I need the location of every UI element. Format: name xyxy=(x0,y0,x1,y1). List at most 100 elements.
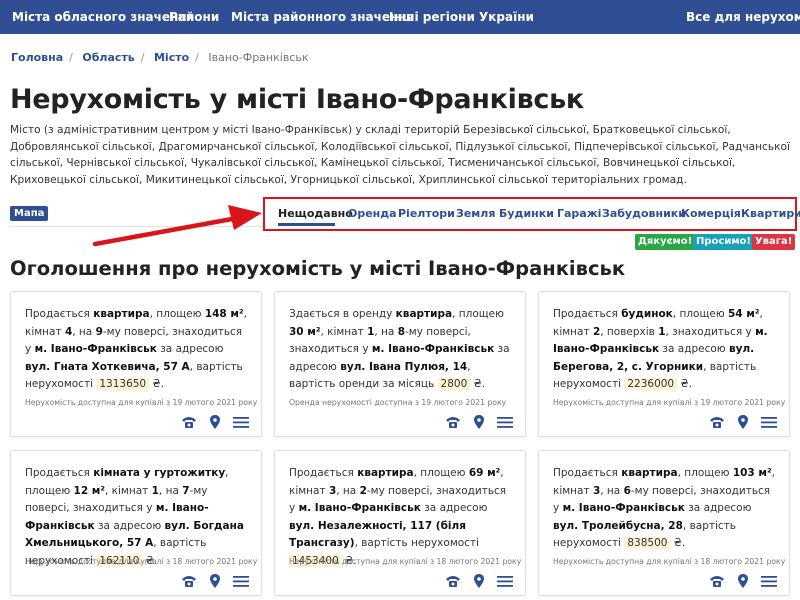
listing-text-part: Продається xyxy=(553,308,622,320)
listing-text-part: Здається в оренду xyxy=(289,308,396,320)
listing-text-part: за адресою xyxy=(659,343,729,355)
property-area: 12 м² xyxy=(73,484,105,497)
property-type: квартира xyxy=(93,308,150,320)
listing-text-part: Продається xyxy=(25,467,94,479)
nav-other-regions[interactable]: Інші регіони України xyxy=(389,10,534,24)
property-area: 30 м² xyxy=(289,325,321,338)
listing-city: м. Івано-Франківськ xyxy=(371,343,495,355)
floor-number: 2 xyxy=(359,484,367,497)
tab-realtors[interactable]: Ріелтори xyxy=(398,207,455,220)
map-marker-icon[interactable] xyxy=(735,573,751,588)
listing-text-part: , площею xyxy=(672,308,728,320)
listing-text-part: за адресою xyxy=(94,519,165,532)
phone-icon[interactable] xyxy=(709,573,725,587)
property-type: квартира xyxy=(621,467,678,479)
breadcrumb-separator: / xyxy=(69,51,73,64)
card-actions xyxy=(181,573,249,588)
menu-icon[interactable] xyxy=(497,414,513,428)
listing-text-part: за адресою xyxy=(420,502,488,514)
listing-text-part: Продається xyxy=(289,467,358,479)
property-area: 103 м² xyxy=(732,467,772,479)
nav-districts[interactable]: Райони xyxy=(169,10,219,24)
tab-developers[interactable]: Забудовники xyxy=(602,207,686,220)
menu-icon[interactable] xyxy=(233,414,249,428)
floor-number: 1 xyxy=(658,325,666,338)
menu-icon[interactable] xyxy=(761,573,777,587)
listing-text-part: , поверхів xyxy=(600,325,659,338)
tab-commercial[interactable]: Комерція xyxy=(681,207,741,220)
nav-all-for-realty[interactable]: Все для нерухомості xyxy=(686,10,800,24)
top-navigation: Міста обласного значення Райони Міста ра… xyxy=(0,0,800,34)
listing-text-part: , площею xyxy=(149,308,205,320)
menu-icon[interactable] xyxy=(497,573,513,587)
listing-text-part: , на xyxy=(374,325,398,338)
map-marker-icon[interactable] xyxy=(471,414,487,429)
phone-icon[interactable] xyxy=(181,414,197,428)
map-button[interactable]: Мапа xyxy=(10,206,49,221)
section-title: Оголошення про нерухомість у місті Івано… xyxy=(10,257,626,280)
availability-note: Нерухомість доступна для купівлі з 18 лю… xyxy=(553,557,786,566)
room-count: 1 xyxy=(151,484,159,497)
map-marker-icon[interactable] xyxy=(735,414,751,429)
breadcrumb-separator: / xyxy=(140,51,145,64)
thanks-button[interactable]: Дякуємо! xyxy=(635,234,696,250)
listing-text-part: , на xyxy=(336,484,360,497)
menu-icon[interactable] xyxy=(233,573,249,587)
map-marker-icon[interactable] xyxy=(471,573,487,588)
phone-icon[interactable] xyxy=(181,573,197,587)
page-description: Місто (з адміністративним центром у міст… xyxy=(10,124,790,186)
tab-recent[interactable]: Нещодавно xyxy=(278,207,353,220)
listing-text-part: ₴. xyxy=(149,378,164,390)
listing-text: Продається квартира, площею 148 м², кімн… xyxy=(25,306,251,394)
listing-city: м. Івано-Франківськ xyxy=(298,502,421,514)
attention-button[interactable]: Увага! xyxy=(752,234,796,250)
tab-garages[interactable]: Гаражі xyxy=(557,207,601,220)
floor-number: 8 xyxy=(397,325,405,338)
availability-note: Нерухомість доступна для купівлі з 19 лю… xyxy=(553,398,786,407)
nav-oblast-cities[interactable]: Міста обласного значення xyxy=(12,10,194,24)
listing-text-part: , на xyxy=(600,484,624,497)
card-actions xyxy=(709,414,777,429)
listing-text-part: , на xyxy=(72,325,96,338)
listing-card[interactable]: Продається квартира, площею 103 м², кімн… xyxy=(538,450,790,596)
menu-icon[interactable] xyxy=(761,414,777,428)
nav-district-cities[interactable]: Міста районного значення xyxy=(231,10,414,24)
listing-card[interactable]: Продається будинок, площею 54 м², кімнат… xyxy=(538,291,790,437)
active-tab-indicator xyxy=(278,223,335,226)
listing-text-part: Продається xyxy=(25,308,94,320)
tab-rent[interactable]: Оренда xyxy=(348,207,397,220)
property-type: будинок xyxy=(621,308,673,320)
breadcrumb-home[interactable]: Головна xyxy=(11,51,63,64)
breadcrumb-city[interactable]: Місто xyxy=(154,51,189,64)
phone-icon[interactable] xyxy=(445,573,461,587)
card-actions xyxy=(445,573,513,588)
tab-apartments[interactable]: Квартири xyxy=(741,207,800,220)
map-marker-icon[interactable] xyxy=(207,573,223,588)
listing-card[interactable]: Здається в оренду квартира, площею 30 м²… xyxy=(274,291,526,437)
listing-text-part: , площею xyxy=(677,467,733,479)
listing-text-part: , кімнат xyxy=(320,325,368,338)
phone-icon[interactable] xyxy=(709,414,725,428)
listing-price: 838500 xyxy=(624,537,671,549)
listing-text-part: , кімнат xyxy=(104,484,152,497)
listing-text-part: ₴. xyxy=(677,378,692,390)
property-area: 148 м² xyxy=(204,308,244,320)
card-actions xyxy=(709,573,777,588)
please-button[interactable]: Просимо! xyxy=(693,234,754,250)
breadcrumb-region[interactable]: Область xyxy=(82,51,134,64)
availability-note: Нерухомість доступна для купівлі з 18 лю… xyxy=(25,557,258,566)
phone-icon[interactable] xyxy=(445,414,461,428)
tab-land[interactable]: Земля xyxy=(456,207,495,220)
tab-houses[interactable]: Будинки xyxy=(499,207,554,220)
listing-card[interactable]: Продається квартира, площею 148 м², кімн… xyxy=(10,291,262,437)
availability-note: Оренда нерухомості доступна з 19 лютого … xyxy=(289,398,507,407)
listing-price: 1313650 xyxy=(96,378,150,390)
listing-text-part: , знаходиться у xyxy=(665,325,756,338)
map-marker-icon[interactable] xyxy=(207,414,223,429)
listing-text-part: Продається xyxy=(553,467,622,479)
listing-card[interactable]: Продається квартира, площею 69 м², кімна… xyxy=(274,450,526,596)
card-actions xyxy=(445,414,513,429)
listing-card[interactable]: Продається кімната у гуртожитку, площею … xyxy=(10,450,262,596)
divider xyxy=(10,226,264,227)
property-type: квартира xyxy=(395,308,453,320)
